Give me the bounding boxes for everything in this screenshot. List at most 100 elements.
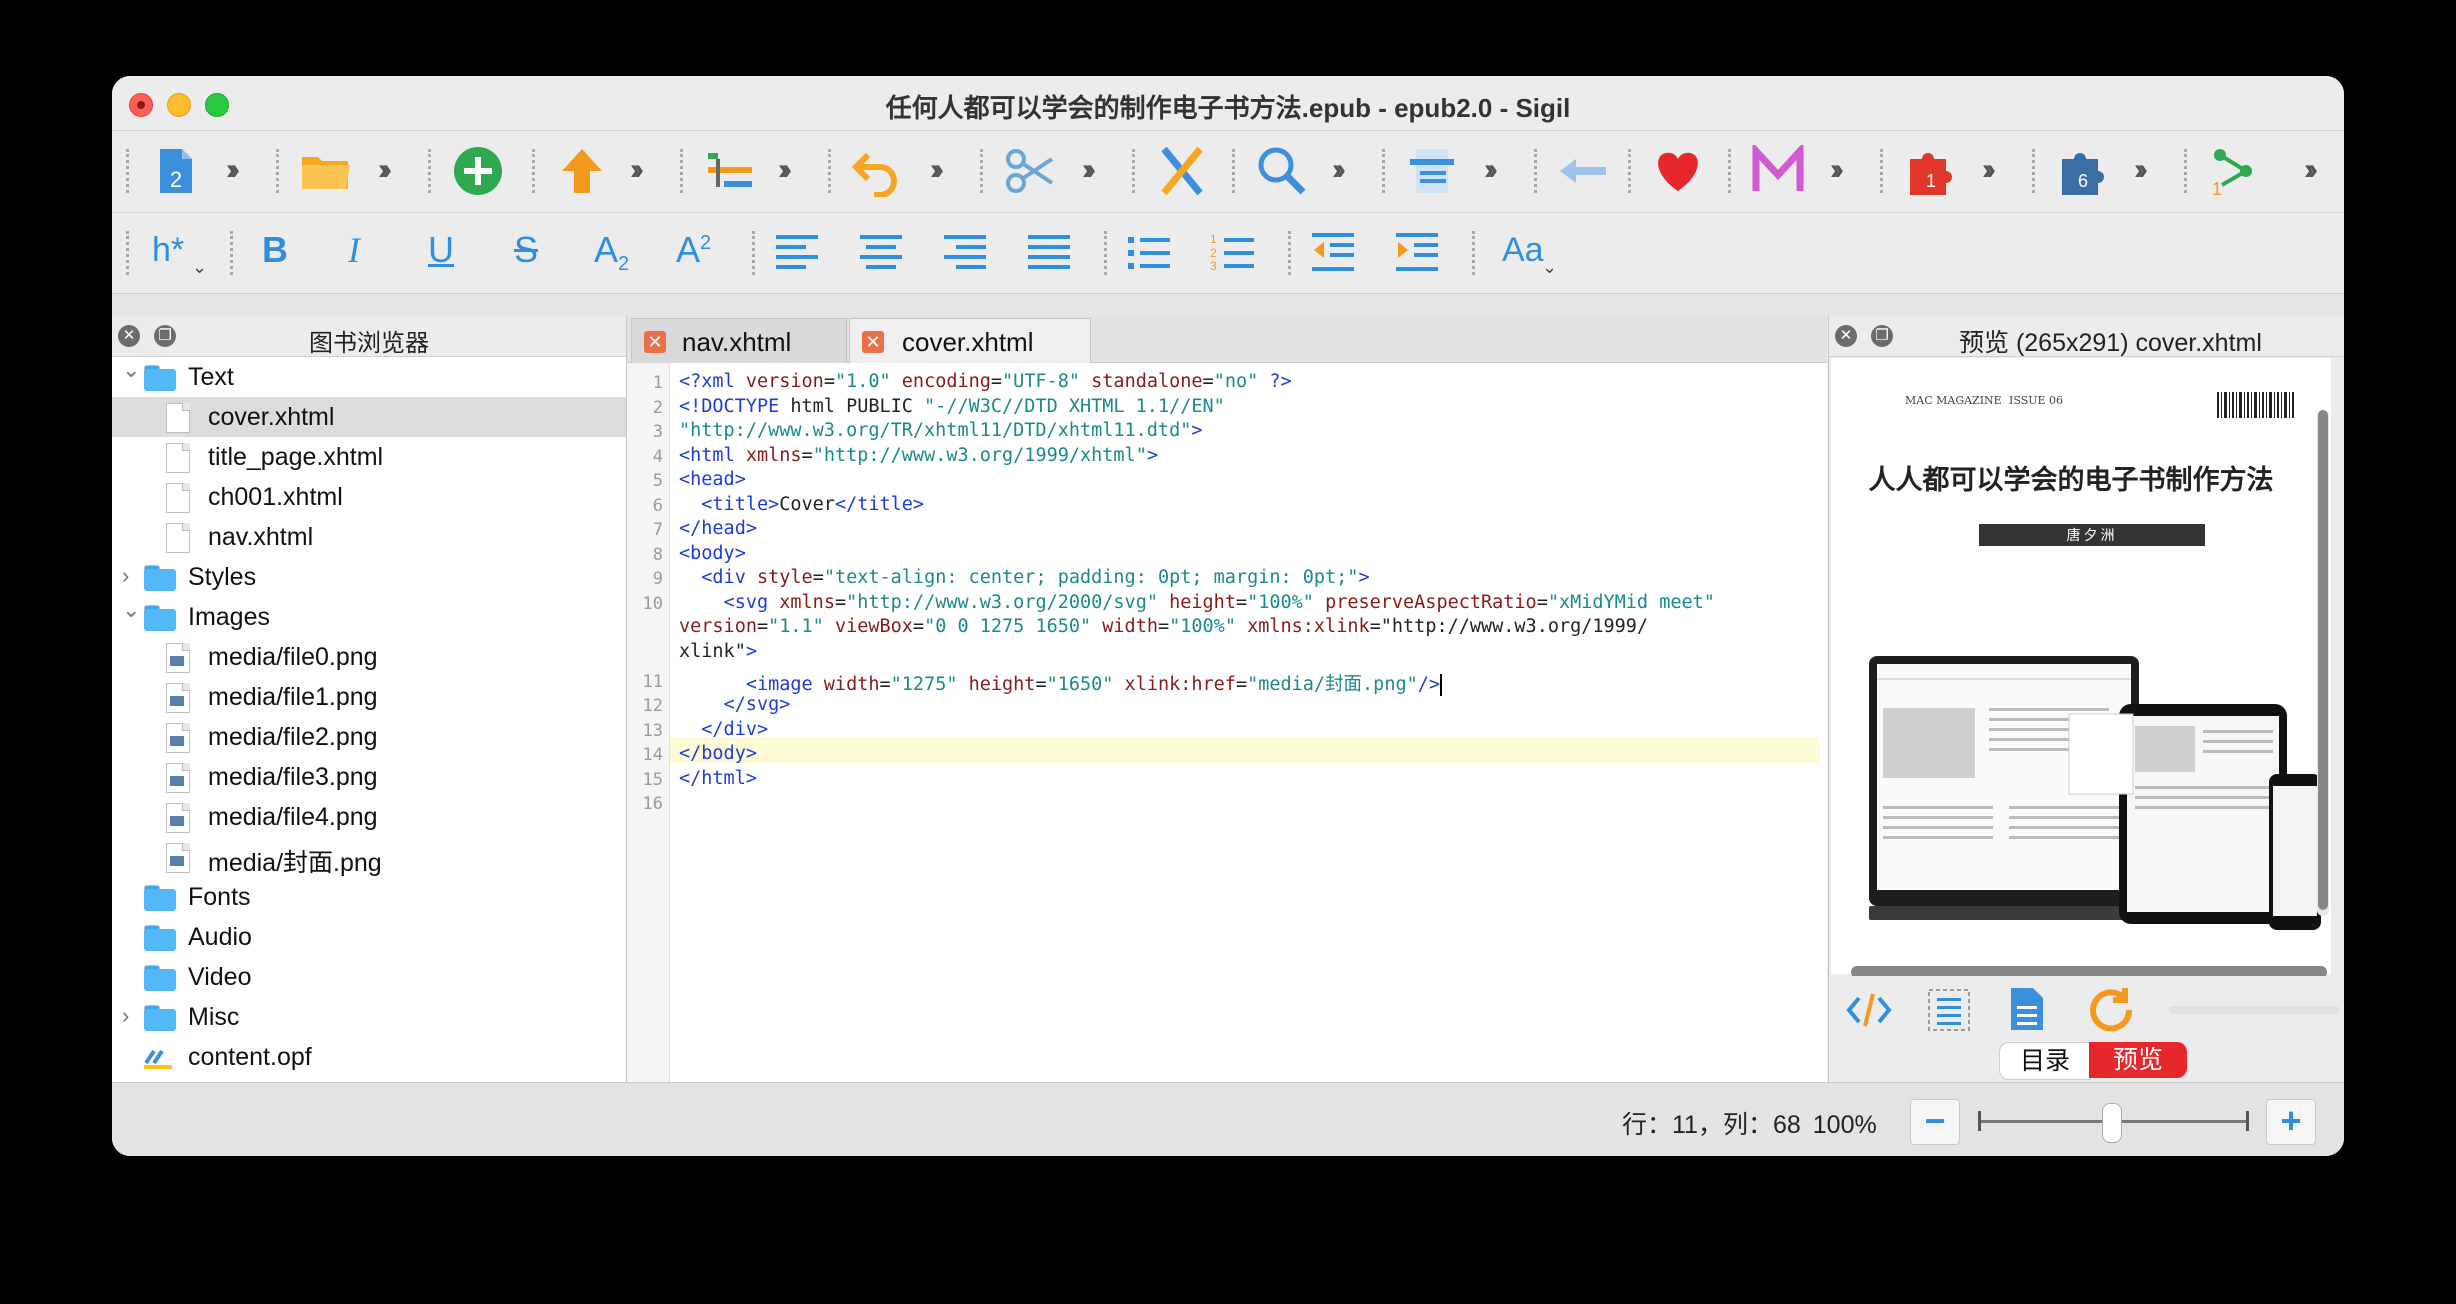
superscript-button[interactable]: A2 [676,229,711,271]
more-chevron[interactable]: ›› [1082,153,1096,187]
more-chevron[interactable]: ›› [2304,153,2318,187]
tree-item[interactable]: media/封面.png [112,837,626,877]
align-left-icon[interactable] [772,227,822,279]
tools-icon[interactable] [1154,145,1210,197]
tree-item[interactable]: Fonts [112,877,626,917]
tree-item[interactable]: title_page.xhtml [112,437,626,477]
text-case-button[interactable]: Aa [1502,231,1544,270]
toolbar-grip[interactable] [980,149,987,193]
toolbar-grip[interactable] [126,149,133,193]
number-list-icon[interactable]: 123 [1208,227,1258,279]
heart-icon[interactable] [1650,145,1706,197]
toolbar-grip[interactable] [1132,149,1139,193]
toolbar-grip[interactable] [1104,231,1111,275]
add-file-icon[interactable] [450,145,506,197]
toolbar-grip[interactable] [126,231,133,275]
code-view-icon[interactable] [1845,990,1893,1030]
metadata-icon[interactable] [702,145,758,197]
refresh-icon[interactable] [2085,984,2137,1036]
align-center-icon[interactable] [856,227,906,279]
copy-page-icon[interactable] [2005,984,2053,1034]
chevron-right-icon[interactable]: › [122,1003,129,1029]
close-panel-icon[interactable]: ✕ [1835,325,1857,347]
more-chevron[interactable]: ›› [778,153,792,187]
bullet-list-icon[interactable] [1124,227,1174,279]
toolbar-grip[interactable] [276,149,283,193]
more-chevron[interactable]: ›› [1332,153,1346,187]
zoom-slider-handle[interactable] [2102,1103,2122,1143]
toolbar-grip[interactable] [1288,231,1295,275]
m-icon[interactable] [1750,145,1806,197]
close-tab-icon[interactable]: ✕ [862,331,884,353]
chevron-right-icon[interactable]: › [122,563,129,589]
chevron-down-icon[interactable]: ⌄ [192,257,207,278]
more-chevron[interactable]: ›› [378,153,392,187]
tree-item[interactable]: media/file4.png [112,797,626,837]
tab-toc[interactable]: 目录 [1999,1042,2091,1080]
preview-canvas[interactable]: MAC MAGAZINE ISSUE 06 人人都可以学会的电子书制作方法 唐夕… [1831,358,2331,978]
italic-button[interactable]: I [348,229,360,271]
toolbar-grip[interactable] [1628,149,1635,193]
inspect-icon[interactable] [1925,986,1973,1034]
justify-icon[interactable] [1024,227,1074,279]
checkpoint-icon[interactable]: 1 [2206,145,2262,197]
outdent-icon[interactable] [1308,227,1358,279]
tree-item[interactable]: ch001.xhtml [112,477,626,517]
toolbar-grip[interactable] [2184,149,2191,193]
chevron-down-icon[interactable]: ⌄ [122,597,140,623]
toolbar-grip[interactable] [1232,149,1239,193]
plugin1-icon[interactable]: 1 [1902,145,1958,197]
tree-item[interactable]: › Misc [112,997,626,1037]
tree-item[interactable]: media/file0.png [112,637,626,677]
tree-item[interactable]: ⌄ Text [112,357,626,397]
more-chevron[interactable]: ›› [226,153,240,187]
heading-button[interactable]: h* [152,231,184,270]
indent-icon[interactable] [1392,227,1442,279]
toolbar-grip[interactable] [680,149,687,193]
more-chevron[interactable]: ›› [2134,153,2148,187]
more-chevron[interactable]: ›› [930,153,944,187]
close-tab-icon[interactable]: ✕ [644,331,666,353]
zoom-out-button[interactable]: − [1910,1099,1960,1145]
tab-preview[interactable]: 预览 [2089,1042,2187,1078]
preview-zoom-track[interactable] [2169,1006,2339,1014]
tab-nav-xhtml[interactable]: ✕ nav.xhtml [631,318,847,363]
align-right-icon[interactable] [940,227,990,279]
tree-item[interactable]: content.opf [112,1037,626,1077]
move-up-icon[interactable] [554,145,610,197]
toolbar-grip[interactable] [1728,149,1735,193]
new-epub-icon[interactable]: 2 [148,145,204,197]
tree-item[interactable]: media/file3.png [112,757,626,797]
open-folder-icon[interactable] [298,145,354,197]
toolbar-grip[interactable] [828,149,835,193]
tree-item[interactable]: nav.xhtml [112,517,626,557]
toolbar-grip[interactable] [428,149,435,193]
tree-item[interactable]: cover.xhtml [112,397,626,437]
toolbar-grip[interactable] [230,231,237,275]
tree-item[interactable]: media/file2.png [112,717,626,757]
code-editor[interactable]: 1 2 3 4 5 6 7 8 9 10 11 12 13 14 15 16 <?xml version="1… [627,363,1827,1082]
toc-icon[interactable] [1404,145,1460,197]
tree-item[interactable]: media/file1.png [112,677,626,717]
toolbar-grip[interactable] [1534,149,1541,193]
cut-icon[interactable] [1002,145,1058,197]
tab-cover-xhtml[interactable]: ✕ cover.xhtml [849,318,1091,363]
tree-item[interactable]: ⌄ Images [112,597,626,637]
float-panel-icon[interactable]: ❐ [1871,325,1893,347]
bold-button[interactable]: B [262,229,288,271]
subscript-button[interactable]: A2 [594,229,629,276]
more-chevron[interactable]: ›› [630,153,644,187]
chevron-down-icon[interactable]: ⌄ [122,357,140,383]
chevron-down-icon[interactable]: ⌄ [1542,257,1557,278]
toolbar-grip[interactable] [752,231,759,275]
toolbar-grip[interactable] [1382,149,1389,193]
more-chevron[interactable]: ›› [1484,153,1498,187]
zoom-in-button[interactable]: + [2266,1099,2316,1145]
tree-item[interactable]: Video [112,957,626,997]
underline-button[interactable]: U [428,229,454,271]
undo-icon[interactable] [850,145,906,197]
tree-item[interactable]: Audio [112,917,626,957]
plugin6-icon[interactable]: 6 [2054,145,2110,197]
back-icon[interactable] [1556,145,1612,197]
preview-vertical-scrollbar[interactable] [2317,410,2329,916]
